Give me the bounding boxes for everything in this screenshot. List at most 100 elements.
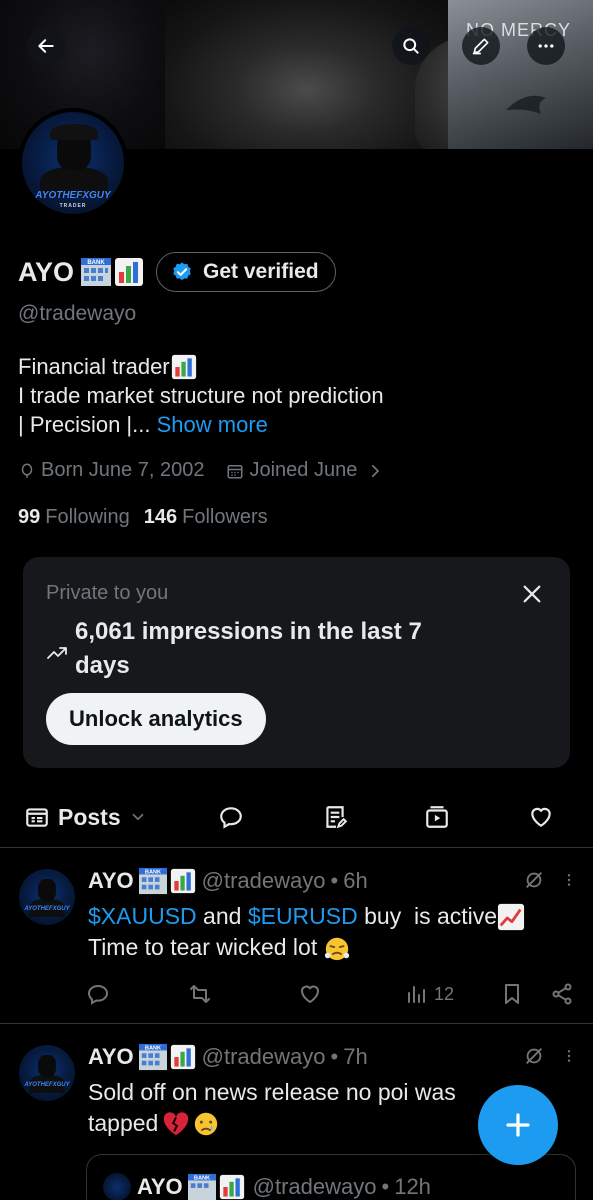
post-time: 6h	[343, 868, 368, 893]
post-author-name[interactable]: AYO	[88, 1044, 134, 1070]
post-avatar-face	[38, 879, 56, 901]
verified-badge-icon	[173, 262, 191, 281]
post-text-line-2-text: tapped	[88, 1110, 159, 1136]
tab-media[interactable]	[424, 790, 450, 844]
bar-chart-emoji-icon	[115, 258, 144, 286]
impressions-text: 6,061 impressions in the last 7 days	[75, 615, 515, 683]
post-avatar-face	[38, 1055, 56, 1077]
profile-tabs: Posts	[0, 790, 593, 848]
get-verified-button[interactable]: Get verified	[156, 252, 336, 292]
following-link[interactable]: 99 Following	[18, 506, 130, 529]
svg-text:BANK: BANK	[145, 1046, 161, 1052]
analytics-card: Private to you 6,061 impressions in the …	[23, 557, 570, 768]
post-time: 7h	[343, 1044, 368, 1069]
post-header: AYO BANK @tradewayo • 7h	[88, 1043, 368, 1071]
bank-emoji-icon: BANK	[187, 1173, 216, 1200]
birthday-item: Born June 7, 2002	[18, 459, 204, 482]
banner-image-statue	[165, 0, 545, 149]
show-more-link[interactable]: Show more	[157, 412, 268, 437]
search-button[interactable]	[392, 27, 430, 65]
bar-chart-emoji-icon	[171, 354, 196, 379]
quoted-time: 12h	[394, 1174, 431, 1199]
bookmark-icon	[505, 984, 519, 1004]
post-author-handle: @tradewayo	[201, 868, 326, 893]
following-label: Following	[45, 506, 130, 528]
post-avatar[interactable]: AYOTHEFXGUY	[19, 1045, 75, 1101]
joined-item[interactable]: Joined June	[226, 459, 384, 482]
post-author-name[interactable]: AYO	[88, 868, 134, 894]
svg-text:BANK: BANK	[87, 260, 105, 266]
no-promote-icon[interactable]	[523, 1045, 545, 1067]
bio-text-3: | Precision |...	[18, 412, 151, 437]
avatar-brand-subtext: TRADER	[59, 203, 87, 209]
close-icon[interactable]	[521, 583, 543, 605]
chart-increasing-emoji-icon	[498, 903, 525, 930]
private-label: Private to you	[46, 582, 169, 604]
repost-icon	[190, 985, 210, 1003]
tab-articles[interactable]	[322, 790, 348, 844]
follow-stats: 99 Following 146 Followers	[18, 506, 268, 529]
crying-face-emoji-icon	[195, 1112, 218, 1135]
like-button[interactable]	[298, 982, 322, 1006]
unlock-analytics-button[interactable]: Unlock analytics	[46, 693, 266, 745]
more-options-button[interactable]	[527, 27, 565, 65]
svg-text:BANK: BANK	[194, 1176, 210, 1182]
plus-icon	[506, 1113, 530, 1137]
views-count: 12	[434, 983, 455, 1004]
more-dots-icon	[538, 44, 554, 48]
followers-label: Followers	[182, 506, 268, 528]
balloon-icon	[21, 463, 33, 478]
post-item[interactable]: AYOTHEFXGUY AYO BANK @tradewayo • 6h $XA…	[0, 849, 593, 1024]
chevron-down-icon	[132, 813, 143, 821]
views-button[interactable]: 12	[404, 982, 454, 1006]
post-text-line-2: tapped	[88, 1108, 456, 1139]
tab-replies[interactable]	[218, 790, 244, 844]
tab-likes[interactable]	[528, 790, 554, 844]
bank-emoji-icon: BANK	[81, 258, 112, 286]
cashtag-link[interactable]: $XAUUSD	[88, 901, 197, 932]
bar-chart-emoji-icon	[170, 868, 195, 894]
profile-avatar[interactable]: AYOTHEFXGUY TRADER	[18, 108, 128, 218]
posts-icon	[26, 808, 48, 827]
reply-button[interactable]	[86, 982, 110, 1006]
bar-chart-emoji-icon	[219, 1174, 244, 1200]
share-button[interactable]	[550, 982, 574, 1006]
pencil-icon	[472, 38, 489, 55]
bio-text-1: Financial trader	[18, 354, 170, 379]
post-avatar[interactable]: AYOTHEFXGUY	[19, 869, 75, 925]
quoted-separator: •	[381, 1174, 390, 1199]
display-name: AYO	[18, 256, 75, 287]
trending-up-icon	[47, 647, 67, 659]
more-vertical-icon[interactable]	[561, 1045, 577, 1067]
search-icon	[403, 38, 419, 54]
chevron-right-icon	[372, 464, 380, 477]
profile-name-row: AYO BANK Get verified	[18, 252, 336, 292]
repost-button[interactable]	[188, 982, 212, 1006]
post-text-line-2-text: Time to tear wicked lot	[88, 934, 318, 960]
compose-post-button[interactable]	[478, 1085, 558, 1165]
heart-icon	[300, 985, 320, 1004]
broken-heart-emoji-icon	[164, 1111, 189, 1135]
followers-link[interactable]: 146 Followers	[144, 506, 268, 529]
heart-icon	[531, 807, 551, 827]
tab-posts-label: Posts	[58, 803, 121, 830]
post-tools	[523, 869, 577, 891]
post-tools	[523, 1045, 577, 1067]
more-vertical-icon[interactable]	[561, 869, 577, 891]
back-button[interactable]	[27, 27, 65, 65]
article-icon	[326, 806, 348, 829]
joined-text: Joined June	[249, 459, 358, 481]
tab-posts[interactable]: Posts	[24, 790, 147, 844]
post-separator: •	[330, 1044, 339, 1069]
post-text: Sold off on news release no poi was tapp…	[88, 1077, 456, 1139]
no-promote-icon[interactable]	[523, 869, 545, 891]
edit-profile-button[interactable]	[462, 27, 500, 65]
post-actions: 12	[86, 982, 576, 1012]
impressions-line-2: days	[75, 652, 130, 679]
post-avatar-brand: AYOTHEFXGUY	[24, 906, 70, 912]
followers-count: 146	[143, 506, 178, 528]
bookmark-button[interactable]	[500, 982, 524, 1006]
cashtag-link[interactable]: $EURUSD	[248, 901, 358, 932]
profile-handle: @tradewayo	[18, 302, 137, 325]
bank-emoji-icon: BANK	[138, 867, 167, 895]
